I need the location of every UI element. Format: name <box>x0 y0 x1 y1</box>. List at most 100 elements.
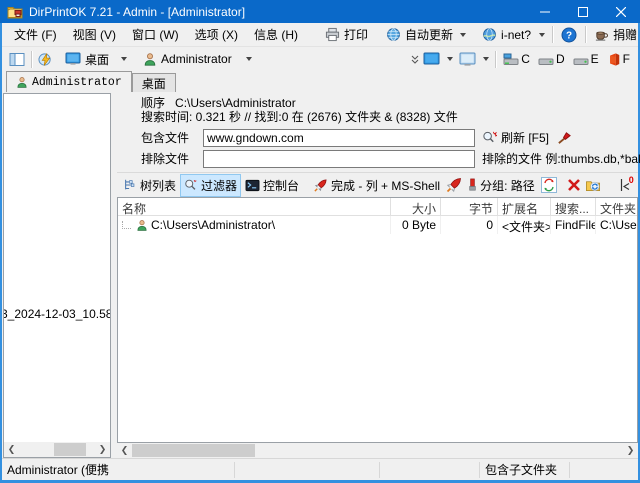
view-tab-strip: Administrator 桌面 <box>2 71 638 92</box>
refresh-view-button[interactable] <box>583 175 603 196</box>
results-table: 名称 ˆ 大小 字节 扩展名 搜索... 文件夹 C:\Users\Admini… <box>117 197 638 443</box>
table-row[interactable]: C:\Users\Administrator\ 0 Byte 0 <文件夹> F… <box>118 216 637 234</box>
drive-d-button[interactable]: D <box>534 50 569 68</box>
scroll-track[interactable] <box>19 442 95 457</box>
folder-tree[interactable]: 3_2024-12-03_10.58.35 <box>4 94 110 442</box>
tree-list-button[interactable]: 树列表 <box>119 174 180 197</box>
refresh-f5-button[interactable]: 刷新 [F5] <box>501 129 549 146</box>
tree-horizontal-scrollbar[interactable]: ❮ ❯ <box>4 442 110 457</box>
main-area: 3_2024-12-03_10.58.35 ❮ ❯ 顺序 C:\Users\Ad… <box>2 92 640 458</box>
toolbar-dropdown-icon[interactable] <box>539 32 546 37</box>
inet-label: i-net? <box>501 27 532 42</box>
print-label: 打印 <box>344 28 369 42</box>
maximize-button[interactable] <box>564 0 602 23</box>
title-bar: DirPrintOK 7.21 - Admin - [Administrator… <box>0 0 640 23</box>
minimize-button[interactable] <box>526 0 564 23</box>
row-size-cell: 0 Byte <box>391 216 441 234</box>
include-files-input[interactable] <box>203 128 475 147</box>
scroll-track[interactable] <box>132 443 623 458</box>
search-stats: 搜索时间: 0.321 秒 // 找到:0 在 (2676) 文件夹 & (83… <box>141 110 458 124</box>
row-name-cell[interactable]: C:\Users\Administrator\ <box>118 216 391 234</box>
monitor-2-button[interactable] <box>456 49 492 70</box>
user-icon <box>17 76 27 88</box>
separator <box>495 50 497 68</box>
menu-file[interactable]: 文件 (F) <box>6 23 65 46</box>
auto-update-label: 自动更新 <box>405 28 454 42</box>
layout-panel-button[interactable] <box>6 49 28 70</box>
tree-item[interactable]: 3_2024-12-03_10.58.35 <box>4 307 110 321</box>
column-header-extension[interactable]: 扩展名 <box>498 198 551 215</box>
donate-button[interactable]: 捐赠 <box>589 23 640 46</box>
scroll-thumb[interactable] <box>53 443 86 456</box>
rocket-run-button[interactable] <box>444 174 464 196</box>
column-header-name[interactable]: 名称 <box>118 198 391 215</box>
column-header-search[interactable]: 搜索... <box>551 198 596 215</box>
tree-expander[interactable] <box>122 221 131 229</box>
inet-button[interactable]: i-net? <box>477 24 536 45</box>
tree-list-label: 树列表 <box>140 178 177 193</box>
status-left: Administrator (便携 <box>2 461 235 478</box>
group-marker-icon <box>469 178 476 191</box>
column-header-size[interactable]: ˆ 大小 <box>391 198 441 215</box>
chevron-down-icon <box>245 57 252 61</box>
help-button[interactable]: ? <box>556 24 582 46</box>
desktop-selector[interactable]: 桌面 <box>60 48 132 71</box>
column-header-bytes[interactable]: 字节 <box>441 198 498 215</box>
scroll-thumb[interactable] <box>132 444 255 457</box>
complete-columns-button[interactable]: 完成 - 列 + MS-Shell <box>309 174 444 197</box>
column-header-folder[interactable]: 文件夹 <box>596 198 637 215</box>
drive-icon <box>538 58 554 65</box>
status-cell-3 <box>380 461 480 478</box>
group-path-button[interactable]: 分组: 路径 <box>464 174 539 197</box>
monitor-1-button[interactable] <box>420 49 456 70</box>
console-button[interactable]: 控制台 <box>241 174 303 197</box>
tab-desktop-label: 桌面 <box>141 76 166 91</box>
scroll-right-icon[interactable]: ❯ <box>623 443 638 458</box>
monitor-icon <box>459 52 476 66</box>
globe-icon <box>483 28 496 41</box>
chevron-down-icon <box>447 57 454 61</box>
clear-list-button[interactable] <box>565 175 583 195</box>
monitor-icon <box>65 52 81 65</box>
office-f-button[interactable]: F <box>603 50 634 69</box>
close-button[interactable] <box>602 0 640 23</box>
separator <box>31 50 32 68</box>
search-icon[interactable] <box>482 130 497 145</box>
coffee-cup-icon <box>595 31 608 41</box>
row-bytes-cell: 0 <box>441 216 498 234</box>
overflow-chevron-icon[interactable] <box>410 54 420 64</box>
filter-button[interactable]: 过滤器 <box>180 173 242 197</box>
sync-button[interactable] <box>539 175 559 195</box>
red-x-icon <box>567 179 580 191</box>
drive-e-label: E <box>590 52 599 66</box>
sync-icon <box>540 177 557 193</box>
menu-view[interactable]: 视图 (V) <box>65 23 124 46</box>
donate-label: 捐赠 <box>613 28 638 42</box>
menu-info[interactable]: 信息 (H) <box>246 23 306 46</box>
drive-c-button[interactable]: C <box>499 50 534 68</box>
scroll-left-icon[interactable]: ❮ <box>4 442 19 457</box>
quick-start-button[interactable] <box>35 49 56 70</box>
depth-0-button[interactable]: 0 <box>619 175 634 194</box>
tab-administrator[interactable]: Administrator <box>6 71 132 92</box>
console-label: 控制台 <box>263 178 300 193</box>
tab-desktop[interactable]: 桌面 <box>131 73 176 92</box>
menu-window[interactable]: 窗口 (W) <box>124 23 187 46</box>
scroll-left-icon[interactable]: ❮ <box>117 443 132 458</box>
scroll-right-icon[interactable]: ❯ <box>95 442 110 457</box>
refresh-folder-icon <box>585 180 600 191</box>
include-files-label: 包含文件 <box>141 131 190 145</box>
auto-update-button[interactable]: 自动更新 <box>381 23 471 46</box>
maximize-icon <box>578 6 588 17</box>
separator <box>585 26 587 43</box>
user-selector[interactable]: Administrator <box>138 49 257 70</box>
print-button[interactable]: 打印 <box>320 23 373 46</box>
exclude-files-input[interactable] <box>203 149 475 168</box>
drive-e-button[interactable]: E <box>569 50 603 68</box>
clear-filter-icon[interactable] <box>557 130 572 145</box>
results-horizontal-scrollbar[interactable]: ❮ ❯ <box>117 443 638 458</box>
user-icon <box>144 52 156 66</box>
menu-options[interactable]: 选项 (X) <box>187 23 246 46</box>
app-icon <box>7 4 23 20</box>
lightning-icon <box>38 52 51 66</box>
